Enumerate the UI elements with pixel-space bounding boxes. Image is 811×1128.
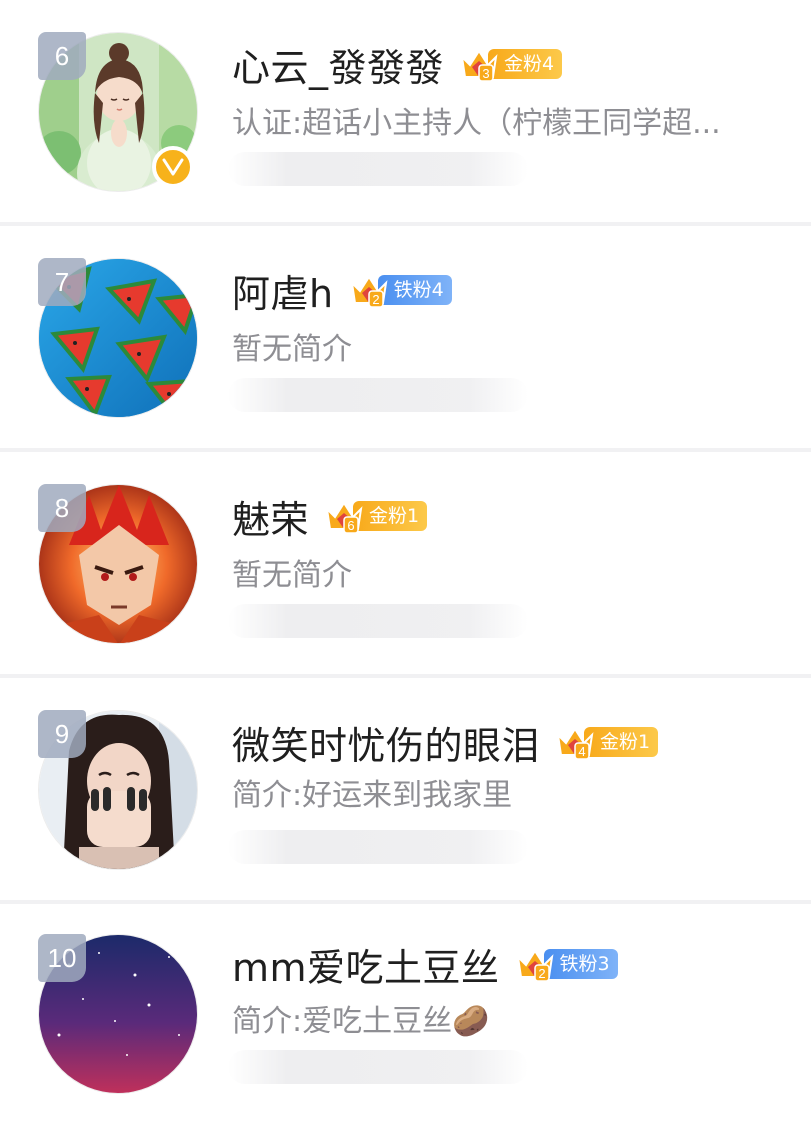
name-line: 阿虐h 2 铁粉4 — [232, 264, 452, 316]
name-line: 魅荣 6 金粉1 — [232, 489, 428, 544]
rank-badge: 9 — [38, 710, 86, 758]
avatar-container[interactable]: 10 — [38, 934, 198, 1094]
name-line: 微笑时忧伤的眼泪 4 金粉1 — [232, 715, 659, 770]
list-item[interactable]: 9 微笑时忧伤的眼泪 4 金粉1 简介:好运来到我家里 — [0, 678, 811, 902]
username[interactable]: 阿虐h — [232, 263, 334, 318]
rank-badge: 7 — [38, 258, 86, 306]
user-bio: 认证:超话小主持人（柠檬王同学超... — [232, 106, 721, 141]
crown-icon: 2 — [516, 949, 553, 982]
list-item[interactable]: 10 mm爱吃土豆丝 2 铁粉3 简介:爱吃土豆丝🥔 — [0, 904, 811, 1128]
fan-level-badge: 3 金粉4 — [458, 45, 563, 83]
avatar-container[interactable]: 8 — [38, 484, 198, 644]
username[interactable]: 魅荣 — [232, 489, 309, 544]
fan-level-badge: 6 金粉1 — [323, 497, 428, 535]
blurred-content — [228, 378, 528, 412]
avatar-container[interactable]: 7 — [38, 258, 198, 418]
fan-ranking-list: 6 心云_發發發 3 金粉4 认证:超话小主持人（柠檬王同学超... 7 阿虐h… — [0, 0, 811, 1128]
list-item[interactable]: 7 阿虐h 2 铁粉4 暂无简介 — [0, 226, 811, 450]
crown-icon: 2 — [350, 275, 388, 308]
fan-level-number: 4 — [578, 744, 585, 759]
list-item[interactable]: 6 心云_發發發 3 金粉4 认证:超话小主持人（柠檬王同学超... — [0, 0, 811, 224]
rank-badge: 6 — [38, 32, 86, 80]
rank-badge: 8 — [38, 484, 86, 532]
fan-level-badge: 4 金粉1 — [554, 723, 659, 761]
blurred-content — [228, 1050, 528, 1084]
avatar-container[interactable]: 9 — [38, 710, 198, 870]
list-item[interactable]: 8 魅荣 6 金粉1 暂无简介 — [0, 452, 811, 676]
fan-level-number: 2 — [538, 966, 545, 981]
username[interactable]: 微笑时忧伤的眼泪 — [232, 715, 540, 770]
name-line: mm爱吃土豆丝 2 铁粉3 — [232, 938, 618, 990]
blurred-content — [228, 152, 528, 186]
name-line: 心云_發發發 3 金粉4 — [232, 37, 563, 92]
crown-icon: 4 — [556, 727, 594, 760]
fan-level-badge: 2 铁粉3 — [514, 945, 618, 983]
crown-icon: 3 — [460, 49, 498, 82]
fan-level-number: 3 — [482, 66, 489, 81]
user-bio: 暂无简介 — [232, 332, 352, 367]
fan-level-number: 6 — [347, 518, 354, 533]
user-bio: 暂无简介 — [232, 558, 352, 593]
blurred-content — [228, 604, 528, 638]
rank-badge: 10 — [38, 934, 86, 982]
fan-level-badge: 2 铁粉4 — [348, 271, 452, 309]
verified-icon — [152, 146, 194, 188]
crown-icon: 6 — [325, 501, 363, 534]
user-bio: 简介:好运来到我家里 — [232, 778, 513, 813]
avatar-container[interactable]: 6 — [38, 32, 198, 192]
username[interactable]: 心云_發發發 — [232, 37, 444, 92]
fan-level-number: 2 — [372, 292, 379, 307]
user-bio: 简介:爱吃土豆丝🥔 — [232, 1004, 490, 1039]
username[interactable]: mm爱吃土豆丝 — [232, 937, 500, 992]
blurred-content — [228, 830, 528, 864]
